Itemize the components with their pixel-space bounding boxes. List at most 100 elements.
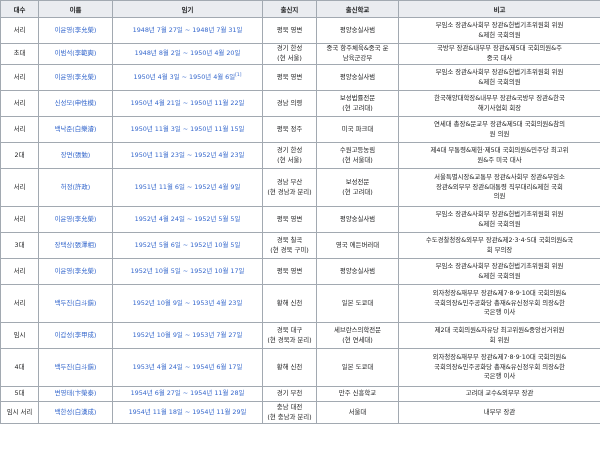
origin-cell: 평북 정주 <box>262 116 317 143</box>
term-link[interactable]: 1950년 11월 23일 ~ 1952년 4월 23일 <box>131 151 245 159</box>
term-cell: 1952년 10월 5일 ~ 1952년 10월 17일 <box>112 258 263 285</box>
name-cell: 신성모(申性模) <box>38 90 113 117</box>
name-link[interactable]: 이윤영(李允榮) <box>55 215 97 223</box>
order-cell: 서리 <box>0 90 39 117</box>
origin-cell: 평북 영변 <box>262 206 317 233</box>
origin-cell: 경북 칠곡 (현 경북 구미) <box>262 232 317 259</box>
origin-cell: 경남 의령 <box>262 90 317 117</box>
name-cell: 허정(許政) <box>38 168 113 207</box>
term-link[interactable]: 1951년 11월 6일 ~ 1952년 4월 9일 <box>135 183 241 191</box>
note-cell: 무임소 장관&사회부 장관&헌법기초위원회 위원 &제헌 국회의원 <box>398 206 600 233</box>
order-cell: 서리 <box>0 17 39 44</box>
term-cell: 1950년 11월 23일 ~ 1952년 4월 23일 <box>112 142 263 169</box>
order-cell: 임시 서리 <box>0 401 39 424</box>
origin-cell: 황해 신천 <box>262 348 317 387</box>
school-cell: 일본 도쿄대 <box>316 348 399 387</box>
order-cell: 서리 <box>0 258 39 285</box>
name-link[interactable]: 백두진(白斗鎭) <box>55 363 97 371</box>
table-row: 서리 이윤영(李允榮) 1952년 10월 5일 ~ 1952년 10월 17일 평북… <box>0 258 600 285</box>
header-term: 임기 <box>112 0 263 18</box>
order-cell: 서리 <box>0 168 39 207</box>
term-link[interactable]: 1952년 10월 5일 ~ 1952년 10월 17일 <box>131 267 245 275</box>
name-cell: 백두진(白斗鎭) <box>38 284 113 323</box>
header-name: 이름 <box>38 0 113 18</box>
term-link[interactable]: 1948년 8월 2일 ~ 1950년 4월 20일 <box>135 49 241 57</box>
table-row: 초대 이범석(李範奭) 1948년 8월 2일 ~ 1950년 4월 20일 경기 한… <box>0 43 600 65</box>
name-link[interactable]: 이윤영(李允榮) <box>55 267 97 275</box>
name-link[interactable]: 이윤영(李允榮) <box>55 26 97 34</box>
name-link[interactable]: 장면(張勉) <box>61 151 91 159</box>
name-link[interactable]: 백한성(白漢成) <box>55 408 97 416</box>
note-cell: 고려대 교수&외무부 장관 <box>398 386 600 402</box>
term-link[interactable]: 1948년 7월 27일 ~ 1948년 7월 31일 <box>133 26 243 34</box>
term-link[interactable]: 1950년 11월 3일 ~ 1950년 11월 15일 <box>131 125 245 133</box>
school-cell: 보성법률전문 (현 고려대) <box>316 90 399 117</box>
term-link[interactable]: 1954년 6월 27일 ~ 1954년 11월 28일 <box>131 389 245 397</box>
note-cell: 무임소 장관&사회부 장관&헌법기초위원회 위원 &제헌 국회의원 <box>398 258 600 285</box>
name-cell: 변영태(卞榮泰) <box>38 386 113 402</box>
school-cell: 미국 파크대 <box>316 116 399 143</box>
name-link[interactable]: 백낙준(白樂濬) <box>55 125 97 133</box>
name-cell: 백두진(白斗鎭) <box>38 348 113 387</box>
note-cell: 수도경찰청장&외무부 장관&제2·3·4·5대 국회의원&국 회 부의장 <box>398 232 600 259</box>
school-cell: 서울대 <box>316 401 399 424</box>
name-link[interactable]: 허정(許政) <box>61 183 91 191</box>
term-cell: 1951년 11월 6일 ~ 1952년 4월 9일 <box>112 168 263 207</box>
school-cell: 만주 신흥학교 <box>316 386 399 402</box>
order-cell: 서리 <box>0 116 39 143</box>
name-cell: 이윤영(李允榮) <box>38 206 113 233</box>
term-link[interactable]: 1952년 10월 9일 ~ 1953년 4월 23일 <box>133 299 243 307</box>
order-cell: 서리 <box>0 284 39 323</box>
term-link[interactable]: 1950년 4월 3일 ~ 1950년 4월 6일 <box>134 73 236 81</box>
table-row: 서리 신성모(申性模) 1950년 4월 21일 ~ 1950년 11월 22일 경남… <box>0 90 600 117</box>
term-cell: 1954년 11월 18일 ~ 1954년 11월 29일 <box>112 401 263 424</box>
order-cell: 3대 <box>0 232 39 259</box>
table-row: 4대 백두진(白斗鎭) 1953년 4월 24일 ~ 1954년 6월 17일 황해 … <box>0 348 600 387</box>
note-cell: 국방부 장관&내무부 장관&제5대 국회의원&주 중국 대사 <box>398 43 600 65</box>
school-cell: 평양숭실사범 <box>316 64 399 91</box>
table-row: 임시 서리 백한성(白漢成) 1954년 11월 18일 ~ 1954년 11월 2… <box>0 401 600 424</box>
origin-cell: 충남 대전 (현 충남과 분리) <box>262 401 317 424</box>
table-row: 임시 이갑성(李甲成) 1952년 10월 9일 ~ 1953년 7월 27일 경북 … <box>0 322 600 349</box>
origin-cell: 경북 대구 (현 경북과 분리) <box>262 322 317 349</box>
term-cell: 1952년 4월 24일 ~ 1952년 5월 5일 <box>112 206 263 233</box>
origin-cell: 평북 영변 <box>262 17 317 44</box>
term-cell: 1952년 10월 9일 ~ 1953년 4월 23일 <box>112 284 263 323</box>
name-link[interactable]: 이갑성(李甲成) <box>55 331 97 339</box>
term-link[interactable]: 1953년 4월 24일 ~ 1954년 6월 17일 <box>133 363 243 371</box>
note-cell: 제2대 국회의원&자유당 최고위원&중앙선거위원 회 위원 <box>398 322 600 349</box>
name-cell: 이윤영(李允榮) <box>38 17 113 44</box>
term-cell: 1953년 4월 24일 ~ 1954년 6월 17일 <box>112 348 263 387</box>
name-link[interactable]: 이윤영(李允榮) <box>55 73 97 81</box>
term-link[interactable]: 1954년 11월 18일 ~ 1954년 11월 29일 <box>129 408 247 416</box>
origin-cell: 경남 부산 (현 경남과 분리) <box>262 168 317 207</box>
name-link[interactable]: 신성모(申性模) <box>55 99 97 107</box>
name-link[interactable]: 변영태(卞榮泰) <box>55 389 97 397</box>
table-row: 서리 이윤영(李允榮) 1952년 4월 24일 ~ 1952년 5월 5일 평북 영… <box>0 206 600 233</box>
order-cell: 초대 <box>0 43 39 65</box>
term-link[interactable]: 1952년 10월 9일 ~ 1953년 7월 27일 <box>133 331 243 339</box>
name-link[interactable]: 장택상(張澤相) <box>55 241 97 249</box>
order-cell: 5대 <box>0 386 39 402</box>
footnote-ref[interactable]: [1] <box>235 73 241 78</box>
order-cell: 서리 <box>0 206 39 233</box>
name-link[interactable]: 백두진(白斗鎭) <box>55 299 97 307</box>
school-cell: 평양숭실사범 <box>316 17 399 44</box>
table-row: 서리 백두진(白斗鎭) 1952년 10월 9일 ~ 1953년 4월 23일 황해 … <box>0 284 600 323</box>
name-link[interactable]: 이범석(李範奭) <box>55 49 97 57</box>
order-cell: 2대 <box>0 142 39 169</box>
origin-cell: 경기 한성 (현 서울) <box>262 43 317 65</box>
order-cell: 서리 <box>0 64 39 91</box>
table-row: 2대 장면(張勉) 1950년 11월 23일 ~ 1952년 4월 23일 경기 한… <box>0 142 600 169</box>
school-cell: 수원고등농림 (현 서울대) <box>316 142 399 169</box>
term-link[interactable]: 1950년 4월 21일 ~ 1950년 11월 22일 <box>131 99 245 107</box>
origin-cell: 경기 부천 <box>262 386 317 402</box>
school-cell: 일본 도쿄대 <box>316 284 399 323</box>
term-link[interactable]: 1952년 4월 24일 ~ 1952년 5월 5일 <box>135 215 241 223</box>
term-cell: 1954년 6월 27일 ~ 1954년 11월 28일 <box>112 386 263 402</box>
table-row: 서리 허정(許政) 1951년 11월 6일 ~ 1952년 4월 9일 경남 부산 … <box>0 168 600 207</box>
origin-cell: 경기 한성 (현 서울) <box>262 142 317 169</box>
term-link[interactable]: 1952년 5월 6일 ~ 1952년 10월 5일 <box>135 241 241 249</box>
table-row: 3대 장택상(張澤相) 1952년 5월 6일 ~ 1952년 10월 5일 경북 칠… <box>0 232 600 259</box>
name-cell: 이윤영(李允榮) <box>38 258 113 285</box>
